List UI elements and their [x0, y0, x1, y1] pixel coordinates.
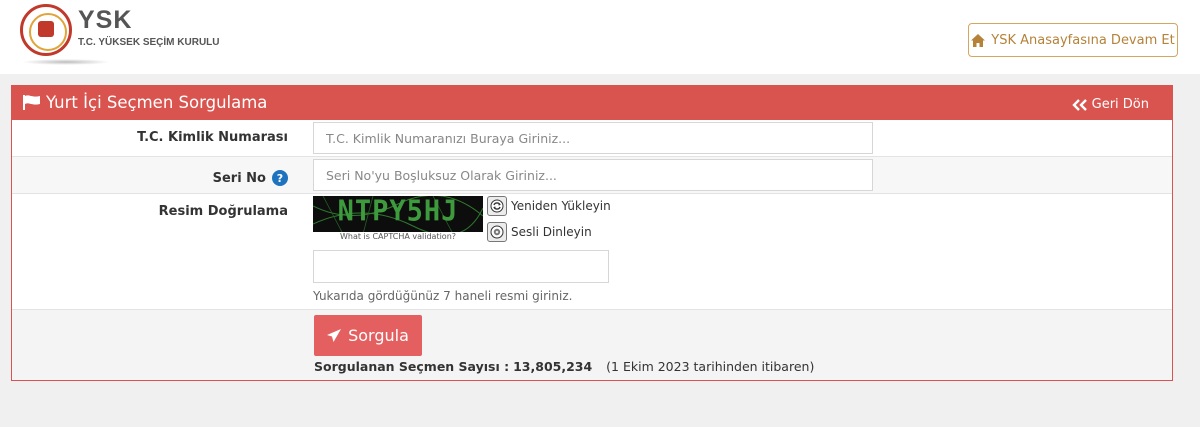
count-since: (1 Ekim 2023 tarihinden itibaren) — [606, 359, 815, 374]
panel-header: Yurt İçi Seçmen Sorgulama Geri Dön — [12, 86, 1172, 120]
voter-count: Sorgulanan Seçmen Sayısı : 13,805,234 (1… — [314, 359, 814, 374]
captcha-row: Resim Doğrulama NTPY5HJ What is CAPTCHA … — [12, 194, 1172, 310]
panel-title-text: Yurt İçi Seçmen Sorgulama — [46, 93, 268, 112]
sorgula-button[interactable]: Sorgula — [314, 315, 422, 356]
captcha-image: NTPY5HJ — [313, 196, 483, 234]
brand-subtitle: T.C. YÜKSEK SEÇİM KURULU — [78, 37, 220, 48]
back-link[interactable]: Geri Dön — [1071, 97, 1149, 112]
seri-label: Seri No — [212, 170, 266, 186]
tc-row: T.C. Kimlik Numarası — [12, 120, 1172, 157]
top-header: YSK T.C. YÜKSEK SEÇİM KURULU YSK Anasayf… — [0, 0, 1200, 74]
reload-label: Yeniden Yükleyin — [511, 199, 611, 213]
home-button[interactable]: YSK Anasayfasına Devam Et — [968, 23, 1178, 57]
home-icon — [971, 33, 986, 47]
back-link-label: Geri Dön — [1091, 97, 1149, 112]
captcha-label: Resim Doğrulama — [158, 204, 288, 219]
help-icon[interactable]: ? — [272, 170, 288, 186]
panel-title: Yurt İçi Seçmen Sorgulama — [23, 93, 267, 112]
flag-icon — [23, 95, 40, 110]
captcha-caption[interactable]: What is CAPTCHA validation? — [313, 232, 483, 241]
seri-label-group: Seri No ? — [213, 170, 288, 186]
logo-shadow — [22, 59, 110, 65]
audio-label: Sesli Dinleyin — [511, 225, 592, 239]
tc-input[interactable] — [313, 122, 873, 154]
seri-row: Seri No ? — [12, 157, 1172, 194]
submit-row: Sorgula Sorgulanan Seçmen Sayısı : 13,80… — [12, 310, 1172, 380]
brand-name: YSK — [78, 6, 133, 34]
seri-input[interactable] — [313, 159, 873, 191]
captcha-input[interactable] — [313, 250, 609, 283]
count-label: Sorgulanan Seçmen Sayısı : — [314, 359, 510, 374]
double-chevron-left-icon — [1071, 98, 1087, 111]
home-button-label: YSK Anasayfasına Devam Et — [991, 32, 1175, 48]
voter-query-panel: Yurt İçi Seçmen Sorgulama Geri Dön T.C. … — [11, 85, 1173, 381]
ysk-logo[interactable]: YSK T.C. YÜKSEK SEÇİM KURULU — [20, 4, 240, 66]
sorgula-label: Sorgula — [348, 326, 409, 345]
audio-captcha[interactable]: Sesli Dinleyin — [487, 222, 592, 242]
audio-icon — [487, 222, 507, 242]
reload-captcha[interactable]: Yeniden Yükleyin — [487, 196, 611, 216]
ysk-seal-logo-icon — [20, 4, 72, 56]
tc-label: T.C. Kimlik Numarası — [137, 130, 288, 145]
send-icon — [327, 329, 342, 342]
captcha-hint: Yukarıda gördüğünüz 7 haneli resmi girin… — [313, 289, 573, 303]
captcha-text: NTPY5HJ — [337, 196, 459, 228]
count-value: 13,805,234 — [513, 359, 593, 374]
reload-icon — [487, 196, 507, 216]
